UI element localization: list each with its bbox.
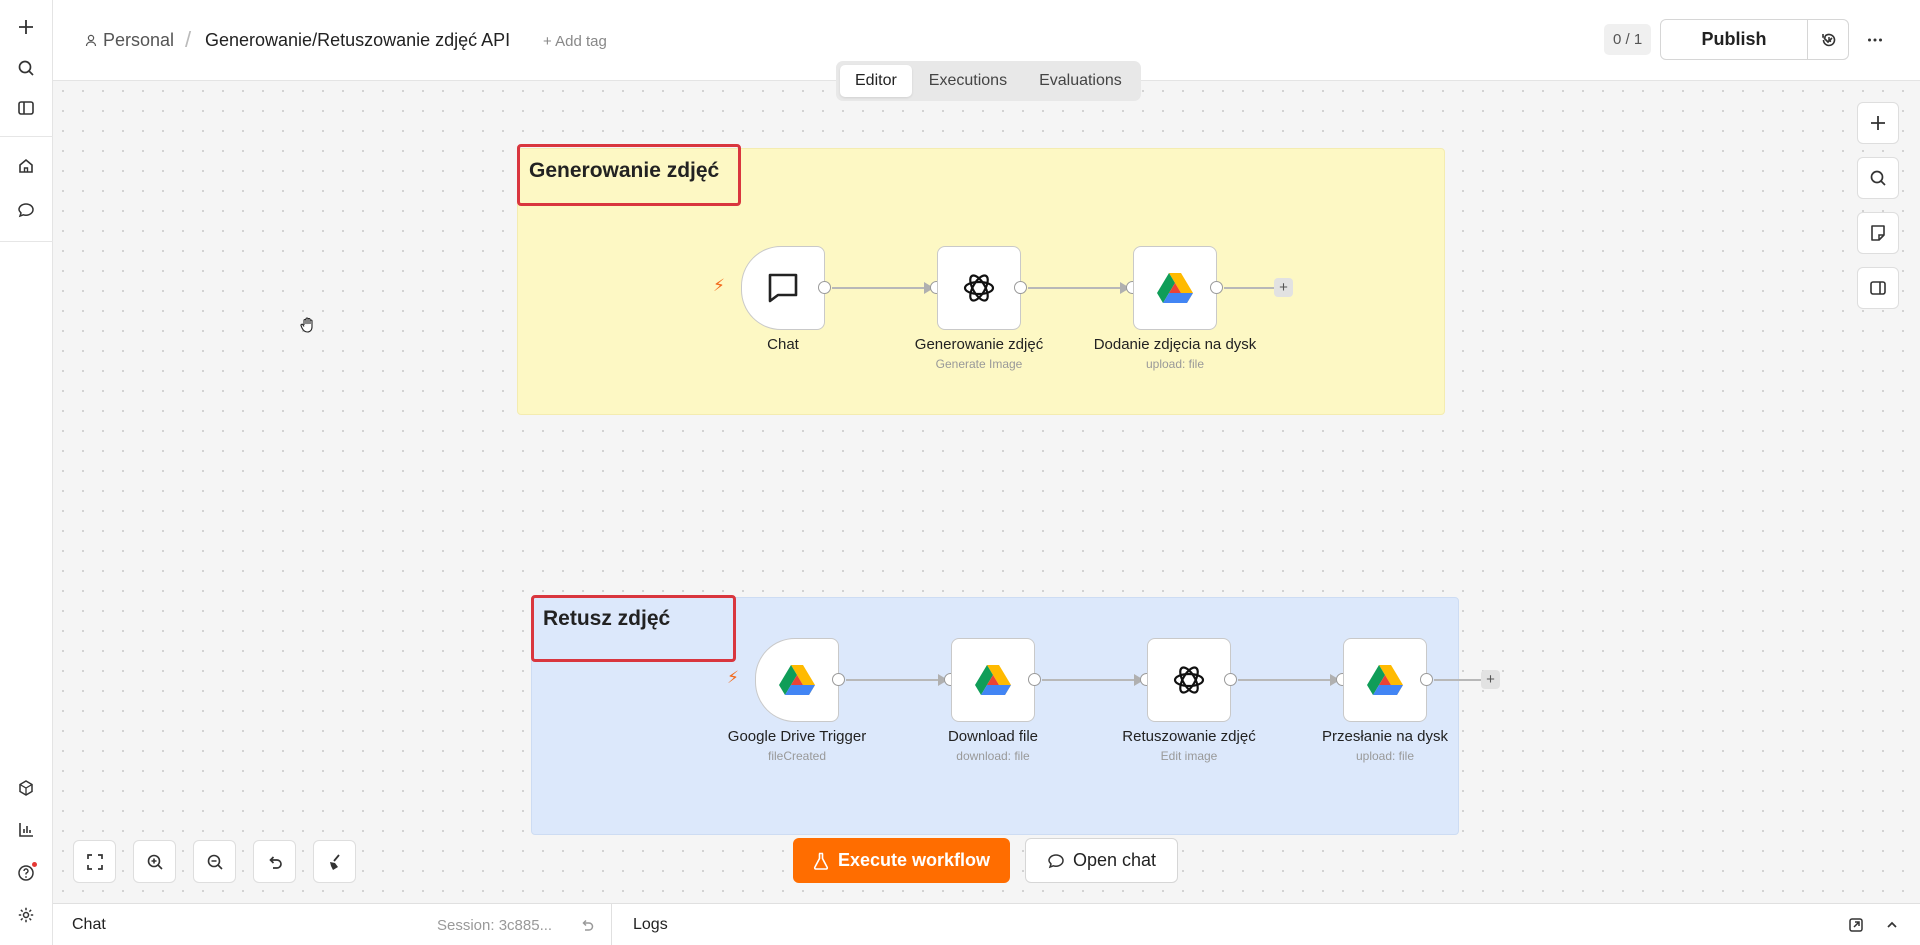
node-chat[interactable] [741, 246, 825, 330]
tidy-up-icon[interactable] [313, 840, 356, 883]
google-drive-icon [975, 665, 1011, 695]
google-drive-icon [779, 665, 815, 695]
pop-out-icon[interactable] [1846, 915, 1866, 935]
node-google-drive-trigger[interactable] [755, 638, 839, 722]
help-icon[interactable] [13, 860, 39, 886]
google-drive-icon [1367, 665, 1403, 695]
open-chat-label: Open chat [1072, 850, 1157, 870]
node-label: Generowanie zdjęć [914, 336, 1044, 353]
connection[interactable] [1238, 679, 1333, 681]
publish-button[interactable]: Publish [1661, 20, 1808, 59]
view-tabs: Editor Executions Evaluations [836, 61, 1141, 101]
add-node-button[interactable]: + [1274, 278, 1293, 297]
node-label: Google Drive Trigger [727, 728, 867, 745]
trigger-bolt-icon: ⚡ [727, 668, 739, 687]
output-handle[interactable] [1210, 281, 1223, 294]
execute-label: Execute workflow [837, 850, 991, 870]
more-options-icon[interactable] [1863, 28, 1887, 52]
output-handle[interactable] [1420, 673, 1433, 686]
add-tag-button[interactable]: + Add tag [543, 33, 607, 50]
templates-icon[interactable] [13, 775, 39, 801]
openai-icon [1173, 666, 1205, 694]
user-icon [85, 34, 97, 47]
session-id: Session: 3c885... [437, 917, 553, 934]
node-label: Chat [767, 336, 799, 353]
chat-bubble-icon [1048, 853, 1064, 868]
flask-icon [813, 852, 829, 870]
tab-editor[interactable]: Editor [840, 65, 912, 97]
google-drive-icon [1157, 273, 1193, 303]
node-retouch[interactable] [1147, 638, 1231, 722]
node-subtitle: download: file [956, 749, 1030, 763]
node-subtitle: upload: file [1355, 749, 1415, 763]
notification-dot [32, 862, 37, 867]
output-handle[interactable] [1014, 281, 1027, 294]
undo-icon[interactable] [253, 840, 296, 883]
panel-toggle-icon[interactable] [1857, 267, 1899, 309]
add-icon[interactable] [13, 14, 39, 40]
sticky-title-generate: Generowanie zdjęć [529, 159, 720, 182]
logs-panel-label[interactable]: Logs [633, 916, 668, 934]
output-handle[interactable] [832, 673, 845, 686]
connection[interactable] [832, 287, 927, 289]
workflow-title[interactable]: Generowanie/Retuszowanie zdjęć API [205, 30, 510, 51]
breadcrumb-project[interactable]: Personal [85, 30, 174, 51]
fit-view-icon[interactable] [73, 840, 116, 883]
home-icon[interactable] [13, 153, 39, 179]
chat-panel-label[interactable]: Chat [72, 916, 106, 934]
hand-cursor-icon [299, 316, 317, 339]
chat-bubble-icon[interactable] [13, 197, 39, 223]
sidebar-toggle-icon[interactable] [13, 95, 39, 121]
insights-icon[interactable] [13, 817, 39, 843]
execute-workflow-button[interactable]: Execute workflow [793, 838, 1010, 883]
connection-stub [1434, 679, 1481, 681]
node-upload-drive-2[interactable] [1343, 638, 1427, 722]
breadcrumb-separator: / [185, 27, 192, 52]
node-label: Dodanie zdjęcia na dysk [1093, 336, 1257, 353]
trigger-bolt-icon: ⚡ [713, 276, 725, 295]
active-counter: 0 / 1 [1604, 24, 1652, 55]
workflow-canvas[interactable]: Generowanie zdjęć Retusz zdjęć ⚡ Chat Ge… [53, 81, 1920, 903]
tab-executions[interactable]: Executions [914, 65, 1022, 97]
chat-icon [768, 273, 798, 303]
node-label: Przesłanie na dysk [1322, 728, 1448, 745]
output-handle[interactable] [1028, 673, 1041, 686]
node-upload-drive[interactable] [1133, 246, 1217, 330]
output-handle[interactable] [818, 281, 831, 294]
tab-evaluations[interactable]: Evaluations [1024, 65, 1137, 97]
zoom-out-icon[interactable] [193, 840, 236, 883]
canvas-search-icon[interactable] [1857, 157, 1899, 199]
chevron-up-icon[interactable] [1882, 915, 1902, 935]
settings-icon[interactable] [13, 902, 39, 928]
node-generate-image[interactable] [937, 246, 1021, 330]
reset-session-icon[interactable] [577, 915, 597, 935]
node-subtitle: upload: file [1145, 357, 1205, 371]
connection[interactable] [1042, 679, 1137, 681]
openai-icon [963, 274, 995, 302]
node-label: Retuszowanie zdjęć [1122, 728, 1256, 745]
connection[interactable] [1028, 287, 1123, 289]
history-icon[interactable] [1817, 28, 1841, 52]
zoom-in-icon[interactable] [133, 840, 176, 883]
add-node-button[interactable]: + [1481, 670, 1500, 689]
connection[interactable] [846, 679, 941, 681]
bottom-panel-bar: Chat Session: 3c885... Logs [53, 903, 1920, 945]
open-chat-button[interactable]: Open chat [1025, 838, 1178, 883]
left-rail [0, 0, 53, 945]
node-label: Download file [947, 728, 1039, 745]
node-subtitle: fileCreated [767, 749, 827, 763]
project-name: Personal [103, 30, 175, 50]
output-handle[interactable] [1224, 673, 1237, 686]
node-download-file[interactable] [951, 638, 1035, 722]
add-node-icon[interactable] [1857, 102, 1899, 144]
sticky-title-retouch: Retusz zdjęć [543, 607, 671, 630]
node-subtitle: Generate Image [935, 357, 1023, 371]
search-icon[interactable] [13, 55, 39, 81]
sticky-note-icon[interactable] [1857, 212, 1899, 254]
connection-stub [1224, 287, 1274, 289]
node-subtitle: Edit image [1160, 749, 1218, 763]
